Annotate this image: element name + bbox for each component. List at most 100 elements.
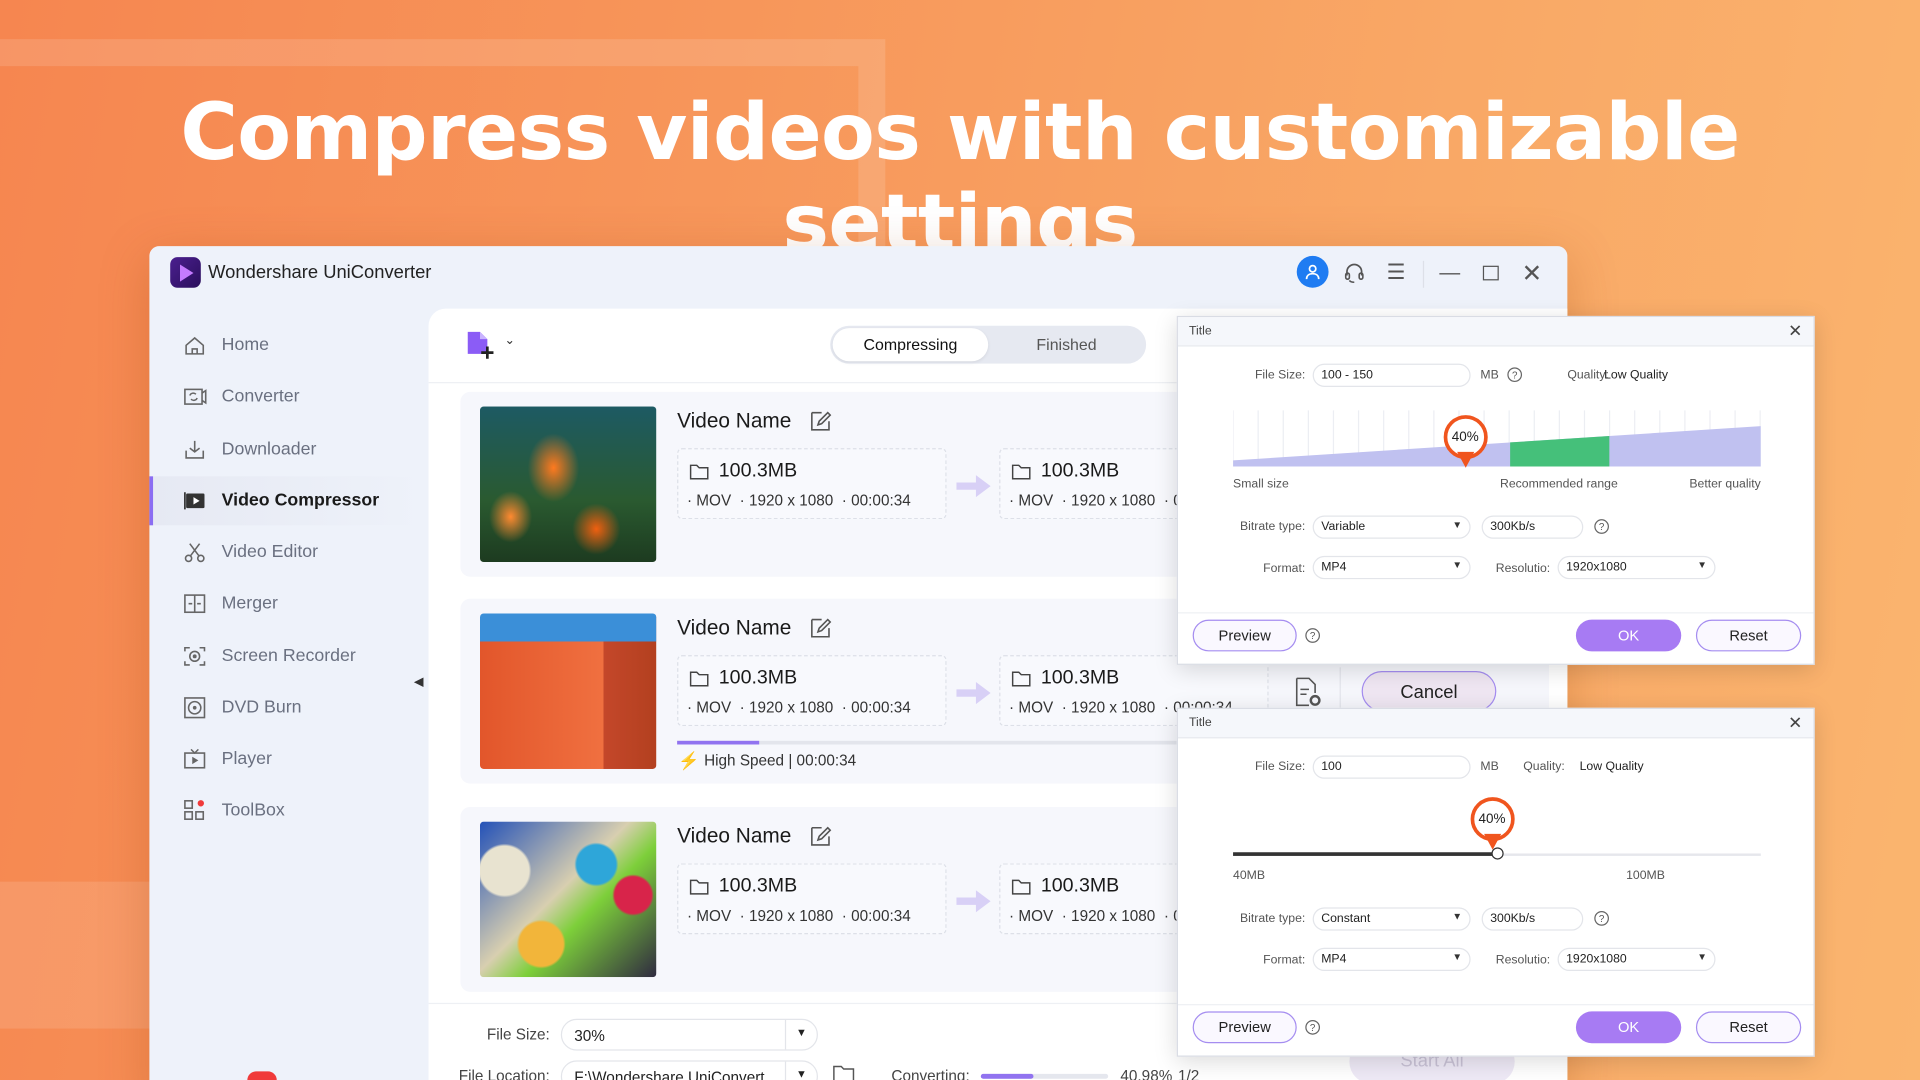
sidebar-item-player[interactable]: Player (149, 735, 428, 784)
video-thumbnail[interactable] (480, 821, 657, 978)
folder-icon[interactable] (833, 1064, 855, 1080)
converting-percent: 40.98% (1120, 1067, 1173, 1080)
edit-name-icon[interactable] (809, 617, 832, 645)
tab-compressing[interactable]: Compressing (832, 328, 989, 362)
converting-progress-fill (980, 1073, 1033, 1079)
bitrate-input-value: 300Kb/s (1490, 520, 1536, 534)
file-size-label: File Size: (1254, 760, 1306, 774)
minimize-icon[interactable]: — (1433, 256, 1467, 290)
reset-button[interactable]: Reset (1695, 619, 1802, 652)
converting-label: Converting: (891, 1067, 970, 1080)
bitrate-type-select-value: Variable (1321, 520, 1366, 534)
resolution: · 1920 x 1080 (1061, 907, 1156, 925)
quality-label: Quality: (1523, 760, 1565, 774)
duration: · 00:00:34 (841, 492, 911, 510)
merge-icon (182, 593, 206, 615)
chevron-down-icon: ▼ (1452, 911, 1463, 923)
resolution-select[interactable]: 1920x1080 ▼ (1557, 947, 1716, 972)
reset-button[interactable]: Reset (1695, 1011, 1802, 1044)
menu-icon[interactable]: ☰ (1379, 256, 1413, 290)
folder-icon (689, 463, 709, 479)
source-info: 100.3MB · MOV · 1920 x 1080 · 00:00:34 (677, 448, 947, 520)
edit-name-icon[interactable] (809, 825, 832, 853)
format: · MOV (1008, 492, 1054, 510)
preview-button[interactable]: Preview (1192, 1011, 1297, 1044)
file-location-value: F:\Wondershare UniConvert (574, 1068, 765, 1080)
file-size-label: File Size: (486, 1026, 550, 1044)
close-icon[interactable]: ✕ (1515, 256, 1549, 290)
help-icon[interactable]: ? (1507, 367, 1523, 383)
sidebar-item-home[interactable]: Home (149, 321, 428, 370)
sidebar-item-downloader[interactable]: Downloader (149, 425, 428, 474)
help-icon[interactable]: ? (1594, 911, 1609, 926)
unit-label: MB (1480, 368, 1499, 383)
file-size: 100.3MB (718, 667, 798, 689)
resolution-select[interactable]: 1920x1080 ▼ (1557, 555, 1716, 580)
help-icon[interactable]: ? (1594, 519, 1609, 534)
sidebar-item-merger[interactable]: Merger (149, 579, 428, 628)
file-size-input[interactable]: 100 (1312, 755, 1471, 779)
decor-block (0, 881, 172, 1029)
download-icon (182, 438, 206, 460)
status-text: High Speed | 00:00:34 (704, 751, 857, 769)
format: · MOV (686, 492, 732, 510)
video-thumbnail[interactable] (480, 613, 657, 769)
bitrate-input[interactable]: 300Kb/s (1481, 515, 1584, 539)
bitrate-input-value: 300Kb/s (1490, 912, 1536, 926)
tab-finished[interactable]: Finished (989, 328, 1143, 361)
resolution-label: Resolutio: (1495, 562, 1551, 576)
divider (1177, 1004, 1814, 1006)
add-file-dropdown-icon[interactable]: ⌄ (504, 334, 514, 347)
quality-marker[interactable]: 40% (1443, 415, 1488, 471)
maximize-icon[interactable] (1473, 256, 1507, 290)
bitrate-type-select[interactable]: Variable ▼ (1312, 515, 1471, 539)
duration: · 00:00:34 (841, 907, 911, 925)
file-size: 100.3MB (1040, 667, 1120, 689)
file-size-input-value: 100 (1321, 760, 1342, 774)
file-size: 100.3MB (718, 875, 798, 897)
chevron-down-icon: ▼ (1697, 951, 1707, 963)
add-file-icon[interactable] (465, 328, 499, 368)
help-icon[interactable]: ? (1305, 628, 1321, 643)
recommended-range-area (1510, 435, 1610, 467)
format-select-value: MP4 (1321, 560, 1347, 575)
source-info: 100.3MB · MOV · 1920 x 1080 · 00:00:34 (677, 863, 947, 935)
bitrate-input[interactable]: 300Kb/s (1481, 907, 1584, 931)
user-icon[interactable] (1296, 255, 1329, 288)
sidebar-item-label: Converter (221, 386, 300, 407)
file-location-select[interactable]: F:\Wondershare UniConvert ▼ (560, 1060, 818, 1080)
sidebar-item-label: Player (221, 749, 272, 769)
quality-range-chart[interactable] (1233, 410, 1761, 467)
divider (1422, 260, 1425, 288)
cancel-button[interactable]: Cancel (1361, 671, 1497, 712)
scissors-icon (182, 541, 206, 563)
edit-name-icon[interactable] (809, 410, 832, 438)
sidebar-item-toolbox[interactable]: ToolBox (149, 786, 428, 835)
close-icon[interactable]: ✕ (1788, 713, 1802, 734)
sidebar-item-video-editor[interactable]: Video Editor (149, 528, 428, 577)
file-size-input[interactable]: 100 - 150 (1312, 363, 1471, 387)
ok-button[interactable]: OK (1575, 1011, 1682, 1044)
close-icon[interactable]: ✕ (1788, 321, 1802, 342)
chevron-down-icon: ▼ (784, 1061, 817, 1080)
format: · MOV (686, 699, 732, 717)
sidebar-item-label: DVD Burn (221, 697, 302, 718)
folder-icon (1011, 879, 1031, 895)
ok-button[interactable]: OK (1575, 619, 1682, 652)
folder-icon (1011, 463, 1031, 479)
preview-button[interactable]: Preview (1192, 619, 1297, 652)
marker-pointer (1483, 833, 1501, 850)
sidebar-item-video-compressor[interactable]: Video Compressor (149, 476, 429, 526)
lightning-icon: ⚡ (678, 750, 700, 771)
resolution: · 1920 x 1080 (739, 907, 834, 925)
help-icon[interactable]: ? (1305, 1020, 1321, 1035)
file-size-select[interactable]: 30% ▼ (560, 1018, 818, 1051)
sidebar-item-screen-recorder[interactable]: Screen Recorder (149, 632, 428, 681)
quality-label: Quality: (1567, 368, 1609, 383)
dialog-title: Title (1188, 324, 1212, 338)
video-thumbnail[interactable] (480, 406, 657, 563)
headset-icon[interactable] (1337, 256, 1371, 290)
bitrate-type-select[interactable]: Constant ▼ (1312, 907, 1471, 931)
sidebar-item-converter[interactable]: Converter (149, 372, 428, 421)
sidebar-item-dvd-burn[interactable]: DVD Burn (149, 683, 428, 732)
